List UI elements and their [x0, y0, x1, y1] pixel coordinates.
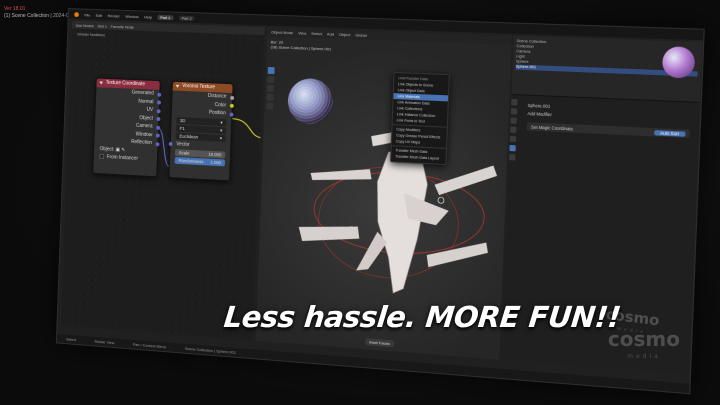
- link-transfer-context-menu[interactable]: Link/Transfer Data Link Objects to Scene…: [390, 71, 450, 166]
- object-tab-icon[interactable]: [509, 135, 517, 143]
- socket-icon[interactable]: [229, 112, 234, 117]
- socket-icon[interactable]: [156, 108, 161, 113]
- status-scene: Scene Collection | Sphere.001: [184, 345, 237, 355]
- object-picker-icon[interactable]: ▣: [115, 146, 120, 152]
- video-frame: Ver 18.01 (1) Scene Collection | 2024-05…: [0, 0, 720, 405]
- outliner[interactable]: Scene Collection Collection Camera Light…: [511, 35, 703, 103]
- checkbox-icon[interactable]: [99, 154, 105, 160]
- modifier-properties: Sphere.001 Add Modifier Set Magic Coordi…: [518, 95, 699, 144]
- texture-coordinate-node[interactable]: Texture Coordinate Generated Normal UV O…: [92, 77, 162, 178]
- status-select: Select: [65, 336, 77, 343]
- scene-tab-icon[interactable]: [510, 126, 517, 133]
- menu-window[interactable]: Window: [125, 13, 138, 18]
- chevron-down-icon: ▾: [220, 119, 223, 125]
- menu-edit[interactable]: Edit: [96, 12, 103, 17]
- blade-shape: [426, 238, 489, 272]
- status-rotate: Rotate View: [94, 338, 115, 346]
- cosmo-watermark: cosmo media: [607, 327, 680, 360]
- promo-caption: Less hassle. MORE FUN!!: [222, 300, 623, 334]
- menu-help[interactable]: Help: [144, 14, 152, 19]
- output-tab-icon[interactable]: [510, 117, 517, 124]
- chevron-down-icon: ▾: [220, 127, 223, 133]
- randomness-field[interactable]: Randomness 1.000: [174, 156, 226, 167]
- menu-file[interactable]: File: [84, 12, 90, 17]
- socket-icon[interactable]: [168, 141, 173, 147]
- render-tab-icon[interactable]: [510, 108, 518, 115]
- shader-node-editor[interactable]: Use Nodes Slot 1 Favorite Node Shader No…: [61, 20, 265, 341]
- modifier-tab-icon[interactable]: [509, 144, 516, 152]
- modifier-panel[interactable]: Set Magic Coordinate Auto Sort: [526, 122, 690, 139]
- cursor-crosshair-icon: [438, 197, 444, 203]
- chevron-down-icon: ▾: [219, 135, 223, 141]
- socket-icon[interactable]: [156, 125, 161, 130]
- eyedropper-icon[interactable]: ✎: [121, 147, 125, 153]
- workspace-tab-2[interactable]: Part 2: [178, 15, 195, 21]
- voronoi-texture-node[interactable]: Voronoi Texture Distance Color Position …: [168, 80, 235, 182]
- modifier-name: Set Magic Coordinate: [530, 123, 574, 132]
- workspace-tab-1[interactable]: Part 1: [157, 14, 174, 20]
- node-links: [61, 21, 264, 341]
- socket-icon[interactable]: [157, 92, 162, 97]
- status-pan: Pan / Context Menu: [132, 341, 167, 350]
- auto-sort-button[interactable]: Auto Sort: [653, 129, 686, 137]
- properties-tabs: [509, 99, 519, 161]
- material-tab-icon[interactable]: [509, 154, 516, 161]
- socket-icon[interactable]: [155, 141, 160, 146]
- blender-logo-icon: [74, 11, 79, 17]
- menu-render[interactable]: Render: [108, 13, 120, 18]
- link-color-out: [232, 119, 261, 138]
- blade-shape: [298, 222, 360, 245]
- socket-icon[interactable]: [230, 95, 235, 100]
- tool-tab-icon[interactable]: [511, 99, 518, 106]
